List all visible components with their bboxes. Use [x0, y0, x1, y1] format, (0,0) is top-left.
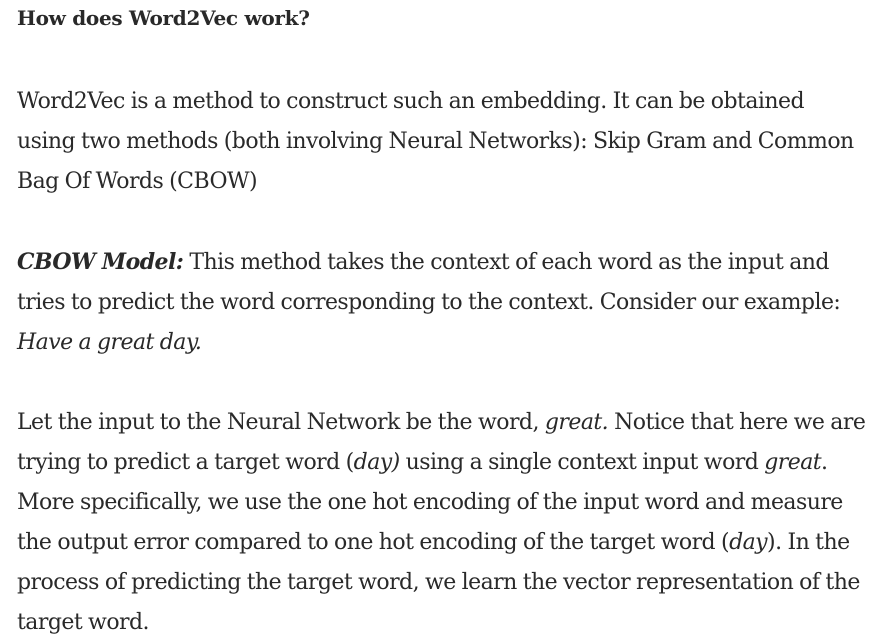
intro-paragraph: Word2Vec is a method to construct such a…: [17, 82, 867, 202]
article-section: How does Word2Vec work? Word2Vec is a me…: [17, 0, 867, 643]
explanation-paragraph: Let the input to the Neural Network be t…: [17, 403, 867, 643]
cbow-label: CBOW Model:: [17, 249, 184, 275]
explanation-text-3: using a single context input word: [399, 450, 765, 475]
cbow-paragraph: CBOW Model: This method takes the contex…: [17, 242, 867, 363]
example-sentence: Have a great day.: [17, 330, 202, 355]
word-day-1: day): [353, 450, 401, 475]
explanation-text-1: Let the input to the Neural Network be t…: [17, 410, 545, 435]
word-great-1: great.: [544, 410, 609, 435]
section-heading: How does Word2Vec work?: [17, 6, 310, 30]
intro-text: Word2Vec is a method to construct such a…: [17, 89, 854, 194]
word-great-2: great: [764, 450, 822, 475]
word-day-2: day: [729, 530, 768, 555]
